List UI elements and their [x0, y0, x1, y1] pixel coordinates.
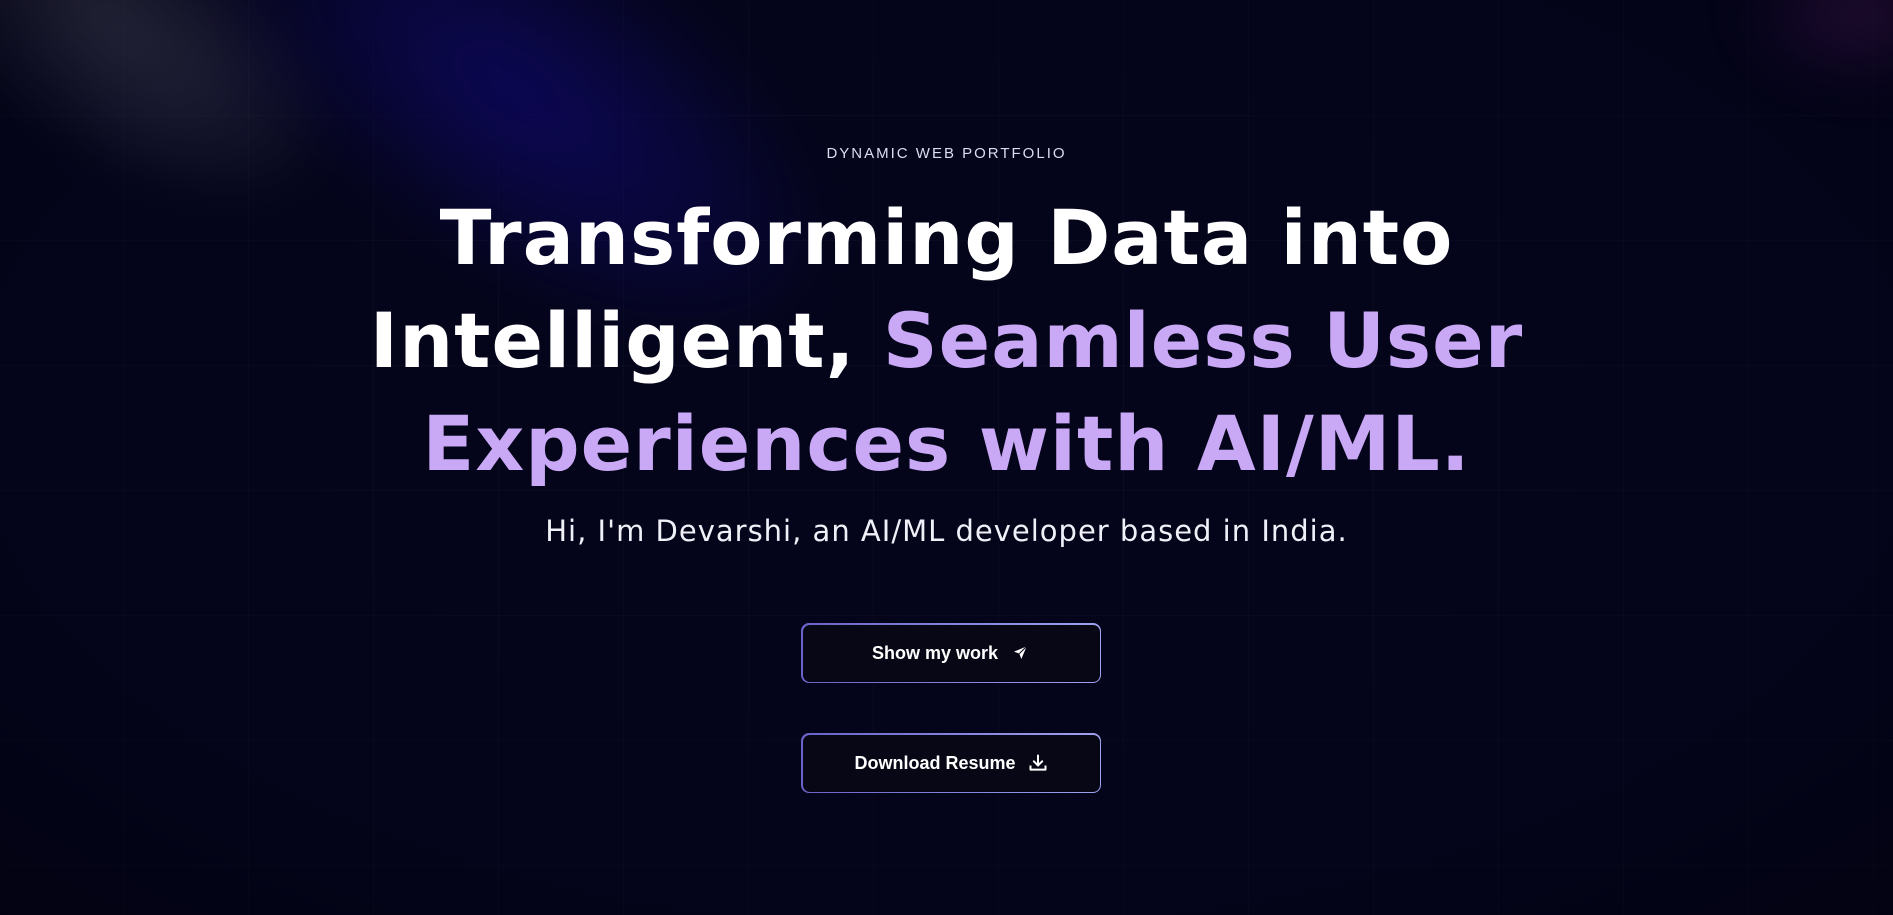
show-my-work-button-inner: Show my work: [802, 624, 1100, 682]
download-icon: [1028, 753, 1048, 773]
intro-text: Hi, I'm Devarshi, an AI/ML developer bas…: [545, 514, 1348, 548]
spotlight-beam-purple: [1743, 0, 1893, 90]
show-my-work-button[interactable]: Show my work: [801, 623, 1101, 683]
download-resume-button-inner: Download Resume: [802, 734, 1100, 792]
headline-line-1: Transforming Data into: [439, 193, 1454, 282]
send-icon: [1010, 643, 1030, 663]
headline-line-3-accent: Experiences with AI/ML.: [422, 399, 1471, 488]
eyebrow-text: DYNAMIC WEB PORTFOLIO: [826, 145, 1067, 162]
headline-line-2-plain: Intelligent,: [369, 296, 883, 385]
download-resume-label: Download Resume: [854, 752, 1016, 773]
hero-section: DYNAMIC WEB PORTFOLIO Transforming Data …: [0, 0, 1893, 915]
hero-headline: Transforming Data into Intelligent, Seam…: [0, 186, 1893, 495]
show-my-work-label: Show my work: [871, 642, 999, 663]
download-resume-button[interactable]: Download Resume: [801, 733, 1101, 793]
headline-line-2-accent: Seamless User: [882, 296, 1524, 385]
